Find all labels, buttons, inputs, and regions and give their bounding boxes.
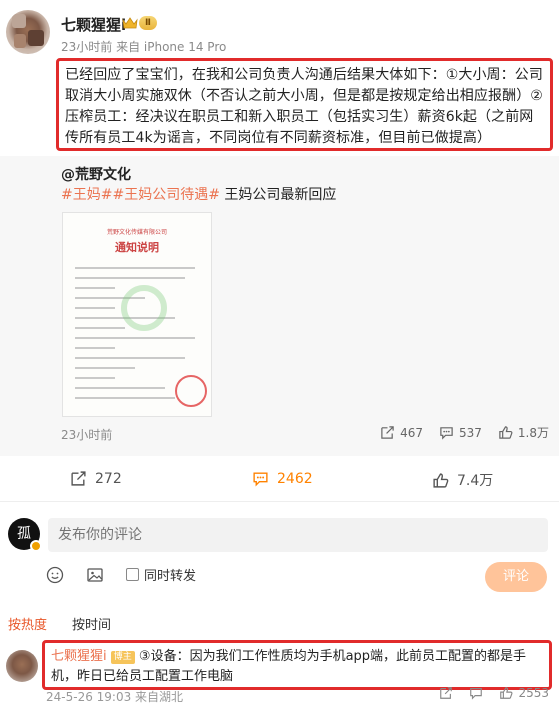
- comment-item: 七颗猩猩i 博主 ③设备：因为我们工作性质均为手机app端，此前员工配置的都是手…: [0, 640, 559, 709]
- comment-highlight: 七颗猩猩i 博主 ③设备：因为我们工作性质均为手机app端，此前员工配置的都是手…: [42, 640, 552, 690]
- thumbs-up-icon: [499, 426, 513, 439]
- post-header: 七颗猩猩i Ⅱ 23小时前 来自 iPhone 14 Pro: [0, 0, 559, 58]
- watermark-logo: [121, 285, 167, 331]
- share-icon[interactable]: [439, 686, 453, 700]
- my-avatar-char: 孤: [17, 526, 31, 542]
- comment-icon[interactable]: [469, 686, 483, 700]
- post-text: 已经回应了宝宝们，在我和公司负责人沟通后结果大体如下：①大小周：公司取消大小周实…: [65, 67, 543, 146]
- comment-icon: [440, 427, 453, 440]
- author-badge: 博主: [110, 651, 135, 664]
- thumbs-up-icon: [433, 472, 449, 488]
- emoji-icon[interactable]: [46, 566, 64, 584]
- like-count: 7.4万: [457, 473, 494, 489]
- repost-body: 王妈公司最新回应: [219, 187, 337, 203]
- comment-meta: 24-5-26 19:03 来自湖北: [46, 690, 184, 704]
- repost-stats: 467 537 1.8万: [380, 424, 549, 441]
- notice-title: 通知说明: [115, 241, 159, 254]
- tab-by-hot[interactable]: 按热度: [8, 614, 47, 633]
- company-stamp: [175, 375, 207, 407]
- comment-avatar[interactable]: [6, 650, 38, 682]
- comment-count: 2462: [277, 470, 313, 487]
- repost-text: #王妈##王妈公司待遇# 王妈公司最新回应: [61, 184, 336, 204]
- repost-like-count: 1.8万: [517, 426, 549, 440]
- vip-badge[interactable]: Ⅱ: [122, 15, 157, 31]
- share-icon: [381, 426, 394, 439]
- checkbox-box[interactable]: [126, 568, 139, 581]
- repost-comment-count: 537: [459, 425, 482, 440]
- composer-tools: 同时转发: [46, 565, 196, 584]
- comment-button[interactable]: 2462: [252, 470, 313, 487]
- repost-share-stat[interactable]: 467: [380, 425, 423, 440]
- avatar[interactable]: [6, 10, 50, 54]
- repost-checkbox[interactable]: 同时转发: [126, 565, 196, 584]
- comment-sort-tabs: 按热度 按时间: [0, 612, 559, 634]
- notice-company: 荒野文化传媒有限公司: [106, 229, 167, 236]
- repost-checkbox-label: 同时转发: [144, 569, 197, 584]
- comment-icon: [253, 472, 268, 487]
- repost-time: 23小时前: [61, 428, 113, 442]
- repost-count: 272: [95, 470, 122, 487]
- submit-comment-button[interactable]: 评论: [485, 562, 547, 592]
- share-icon: [71, 471, 86, 486]
- comment-stats: 2553: [439, 686, 549, 700]
- comment-author[interactable]: 七颗猩猩i: [51, 649, 107, 664]
- post-meta: 23小时前 来自 iPhone 14 Pro: [61, 40, 227, 54]
- tab-by-time[interactable]: 按时间: [72, 614, 111, 633]
- repost-comment-stat[interactable]: 537: [439, 425, 482, 440]
- comment-like-stat[interactable]: 2553: [499, 686, 549, 700]
- thumbs-up-icon: [500, 687, 513, 699]
- comment-like-count: 2553: [518, 686, 549, 700]
- image-icon[interactable]: [86, 566, 104, 584]
- reposted-post[interactable]: @荒野文化 #王妈##王妈公司待遇# 王妈公司最新回应 荒野文化传媒有限公司 通…: [0, 156, 559, 456]
- post-text-highlight: 已经回应了宝宝们，在我和公司负责人沟通后结果大体如下：①大小周：公司取消大小周实…: [56, 58, 553, 151]
- repost-author[interactable]: @荒野文化: [61, 164, 131, 184]
- repost-hashtags[interactable]: #王妈##王妈公司待遇#: [61, 187, 220, 203]
- verified-dot-icon: [30, 540, 42, 552]
- comment-input[interactable]: [48, 518, 548, 552]
- like-button[interactable]: 7.4万: [432, 470, 493, 490]
- repost-share-count: 467: [400, 425, 423, 440]
- post-username[interactable]: 七颗猩猩i: [61, 14, 126, 35]
- comment-composer: 孤 同时转发 评论: [0, 510, 559, 610]
- post-action-bar: 272 2462 7.4万: [0, 458, 559, 502]
- vip-level: Ⅱ: [139, 16, 157, 30]
- repost-button[interactable]: 272: [70, 470, 122, 487]
- crown-icon: [122, 17, 138, 29]
- notice-image[interactable]: 荒野文化传媒有限公司 通知说明: [62, 212, 212, 417]
- my-avatar[interactable]: 孤: [8, 518, 42, 552]
- repost-like-stat[interactable]: 1.8万: [498, 424, 549, 441]
